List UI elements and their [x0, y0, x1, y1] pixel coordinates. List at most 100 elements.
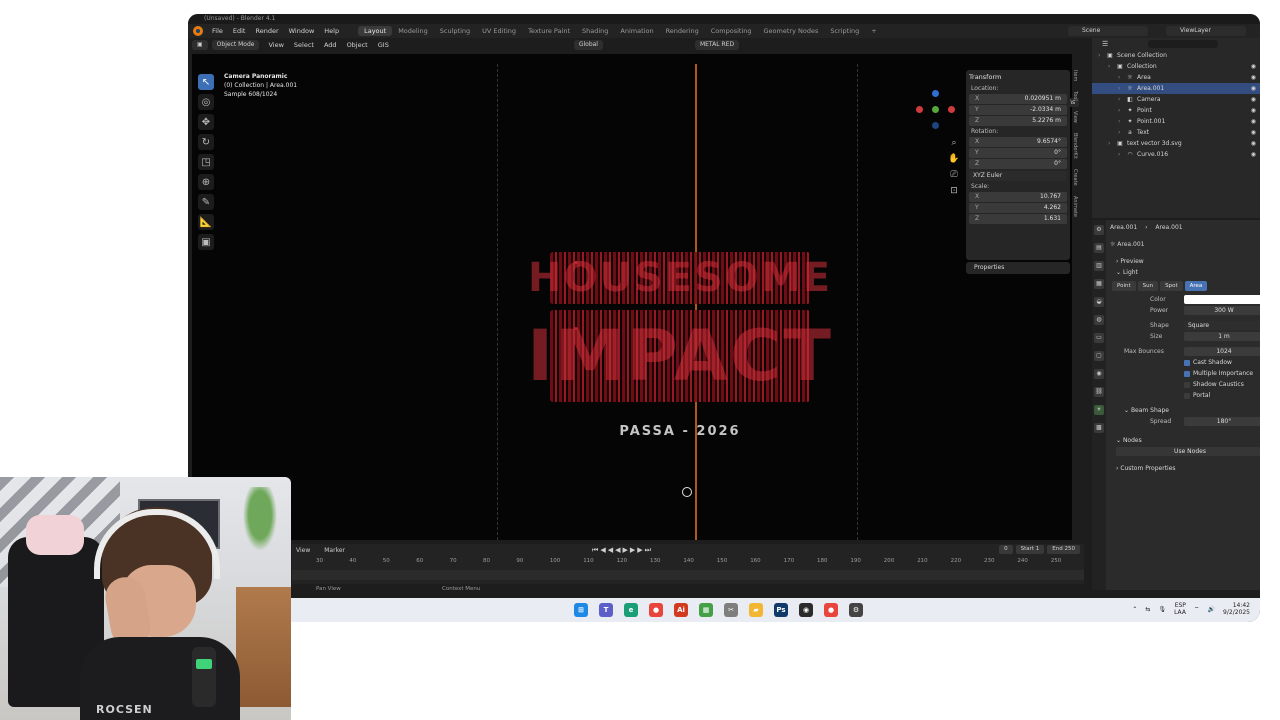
multiple-importance-checkbox[interactable]: Multiple Importance — [1110, 368, 1258, 379]
teams-icon[interactable]: T — [599, 603, 613, 617]
light-panel[interactable]: ⌄ Light — [1110, 267, 1258, 278]
x-neg-axis-icon[interactable] — [948, 106, 955, 113]
sidebar-tab-animate[interactable]: Animate — [1072, 196, 1078, 217]
expand-arrow-icon[interactable]: › — [1118, 149, 1126, 160]
scene-selector[interactable]: Scene — [1068, 26, 1148, 36]
menu-edit[interactable]: Edit — [228, 27, 251, 35]
scale-tool-icon[interactable]: ◳ — [198, 154, 214, 170]
tab-sculpting[interactable]: Sculpting — [434, 26, 476, 36]
material-search[interactable]: METAL RED — [694, 40, 740, 50]
menu-help[interactable]: Help — [319, 27, 344, 35]
light-type-spot[interactable]: Spot — [1160, 281, 1183, 291]
expand-arrow-icon[interactable]: › — [1118, 72, 1126, 83]
end-frame-field[interactable]: End 250 — [1047, 545, 1080, 554]
expand-arrow-icon[interactable]: › — [1118, 83, 1126, 94]
outliner-row[interactable]: › ☼ Area.001 ◉ — [1092, 83, 1260, 94]
view-layer-props-icon[interactable]: ▦ — [1094, 279, 1104, 289]
pan-hand-icon[interactable]: ✋ — [948, 154, 960, 170]
texture-props-icon[interactable]: ▩ — [1094, 423, 1104, 433]
move-tool-icon[interactable]: ✥ — [198, 114, 214, 130]
y-axis-icon[interactable] — [932, 106, 939, 113]
tab-animation[interactable]: Animation — [614, 26, 659, 36]
collection-props-icon[interactable]: ▭ — [1094, 333, 1104, 343]
max-bounces-field[interactable]: 1024 — [1184, 347, 1260, 356]
rotation-mode-dropdown[interactable]: XYZ Euler — [969, 171, 1067, 181]
output-props-icon[interactable]: ▥ — [1094, 261, 1104, 271]
constraint-props-icon[interactable]: ⛓ — [1094, 387, 1104, 397]
annotate-tool-icon[interactable]: ✎ — [198, 194, 214, 210]
custom-properties-panel[interactable]: › Custom Properties — [1110, 463, 1258, 474]
prev-key-icon[interactable]: ◀◀ — [600, 546, 615, 554]
cast-shadow-checkbox[interactable]: Cast Shadow — [1110, 357, 1258, 368]
cursor-tool-icon[interactable]: ◎ — [198, 94, 214, 110]
outliner-row[interactable]: › ✦ Point.001 ◉ — [1092, 116, 1260, 127]
next-key-icon[interactable]: ▶▶ — [630, 546, 645, 554]
location-z-field[interactable]: Z 5.2276 m — [969, 116, 1067, 126]
visibility-eye-icon[interactable]: ◉ — [1251, 61, 1256, 72]
scale-y-field[interactable]: Y 4.262 — [969, 203, 1067, 213]
camera-view-icon[interactable]: ⎚ — [948, 170, 960, 186]
transform-header[interactable]: Transform — [969, 73, 1067, 81]
color-swatch[interactable] — [1184, 295, 1260, 304]
menu-select[interactable]: Select — [294, 41, 314, 49]
add-cube-tool-icon[interactable]: ▣ — [198, 234, 214, 250]
tab-geometry-nodes[interactable]: Geometry Nodes — [758, 26, 825, 36]
tray-wifi-icon[interactable]: ⌔ — [1194, 605, 1200, 613]
spreadsheet-icon[interactable]: ▦ — [699, 603, 713, 617]
menu-window[interactable]: Window — [284, 27, 320, 35]
world-props-icon[interactable]: ◍ — [1094, 315, 1104, 325]
navigation-gizmo[interactable] — [916, 90, 956, 130]
tab-uv-editing[interactable]: UV Editing — [476, 26, 522, 36]
timeline-marker-menu[interactable]: Marker — [324, 547, 345, 554]
tab-compositing[interactable]: Compositing — [705, 26, 758, 36]
visibility-eye-icon[interactable]: ◉ — [1251, 149, 1256, 160]
chrome-icon[interactable]: ● — [649, 603, 663, 617]
settings-icon[interactable]: ⚙ — [849, 603, 863, 617]
outliner-row[interactable]: › ▣ Scene Collection — [1092, 50, 1260, 61]
timeline-scrollbar[interactable] — [292, 570, 1084, 580]
sidebar-tab-create[interactable]: Create — [1072, 169, 1078, 186]
timeline-view-menu[interactable]: View — [296, 547, 310, 554]
preview-panel[interactable]: › Preview — [1110, 256, 1258, 267]
measure-tool-icon[interactable]: 📐 — [198, 214, 214, 230]
orientation-dropdown[interactable]: Global — [573, 40, 603, 50]
menu-render[interactable]: Render — [250, 27, 283, 35]
visibility-eye-icon[interactable]: ◉ — [1251, 138, 1256, 149]
spread-field[interactable]: 180° — [1184, 417, 1260, 426]
outliner-search-input[interactable] — [1148, 40, 1219, 48]
rotation-y-field[interactable]: Y 0° — [969, 148, 1067, 158]
current-frame-field[interactable]: 0 — [999, 545, 1013, 554]
rotate-tool-icon[interactable]: ↻ — [198, 134, 214, 150]
3d-viewport[interactable]: Camera Panoramic (0) Collection | Area.0… — [192, 54, 1080, 540]
play-icon[interactable]: ▶ — [622, 546, 629, 554]
visibility-eye-icon[interactable]: ◉ — [1251, 83, 1256, 94]
rotation-x-field[interactable]: X 9.6574° — [969, 137, 1067, 147]
expand-arrow-icon[interactable]: › — [1118, 94, 1126, 105]
visibility-eye-icon[interactable]: ◉ — [1251, 105, 1256, 116]
outliner-filter-icon[interactable]: ☰ — [1102, 40, 1108, 48]
z-neg-axis-icon[interactable] — [932, 122, 939, 129]
blender-taskbar-icon[interactable]: ◉ — [799, 603, 813, 617]
sidebar-tab-tool[interactable]: Tool — [1072, 91, 1078, 101]
scene-props-icon[interactable]: ◒ — [1094, 297, 1104, 307]
nodes-panel[interactable]: ⌄ Nodes — [1110, 435, 1258, 446]
object-mode-dropdown[interactable]: Object Mode — [211, 40, 260, 50]
scale-x-field[interactable]: X 10.767 — [969, 192, 1067, 202]
location-x-field[interactable]: X 0.020951 m — [969, 94, 1067, 104]
jump-end-icon[interactable]: ⏭ — [645, 546, 653, 554]
light-type-point[interactable]: Point — [1112, 281, 1136, 291]
tab-layout[interactable]: Layout — [358, 26, 393, 36]
light-type-area[interactable]: Area — [1184, 281, 1208, 291]
visibility-eye-icon[interactable]: ◉ — [1251, 94, 1256, 105]
editor-type-button[interactable]: ▣ — [192, 40, 208, 50]
z-axis-icon[interactable] — [932, 90, 939, 97]
language-indicator[interactable]: ESP LAA — [1174, 602, 1186, 616]
view-layer-selector[interactable]: ViewLayer — [1166, 26, 1246, 36]
scale-z-field[interactable]: Z 1.631 — [969, 214, 1067, 224]
expand-arrow-icon[interactable]: › — [1098, 50, 1106, 61]
rotation-z-field[interactable]: Z 0° — [969, 159, 1067, 169]
visibility-eye-icon[interactable]: ◉ — [1251, 116, 1256, 127]
zoom-icon[interactable]: ⌕ — [948, 138, 960, 154]
tab-rendering[interactable]: Rendering — [660, 26, 705, 36]
outliner-row[interactable]: › ☼ Area ◉ — [1092, 72, 1260, 83]
